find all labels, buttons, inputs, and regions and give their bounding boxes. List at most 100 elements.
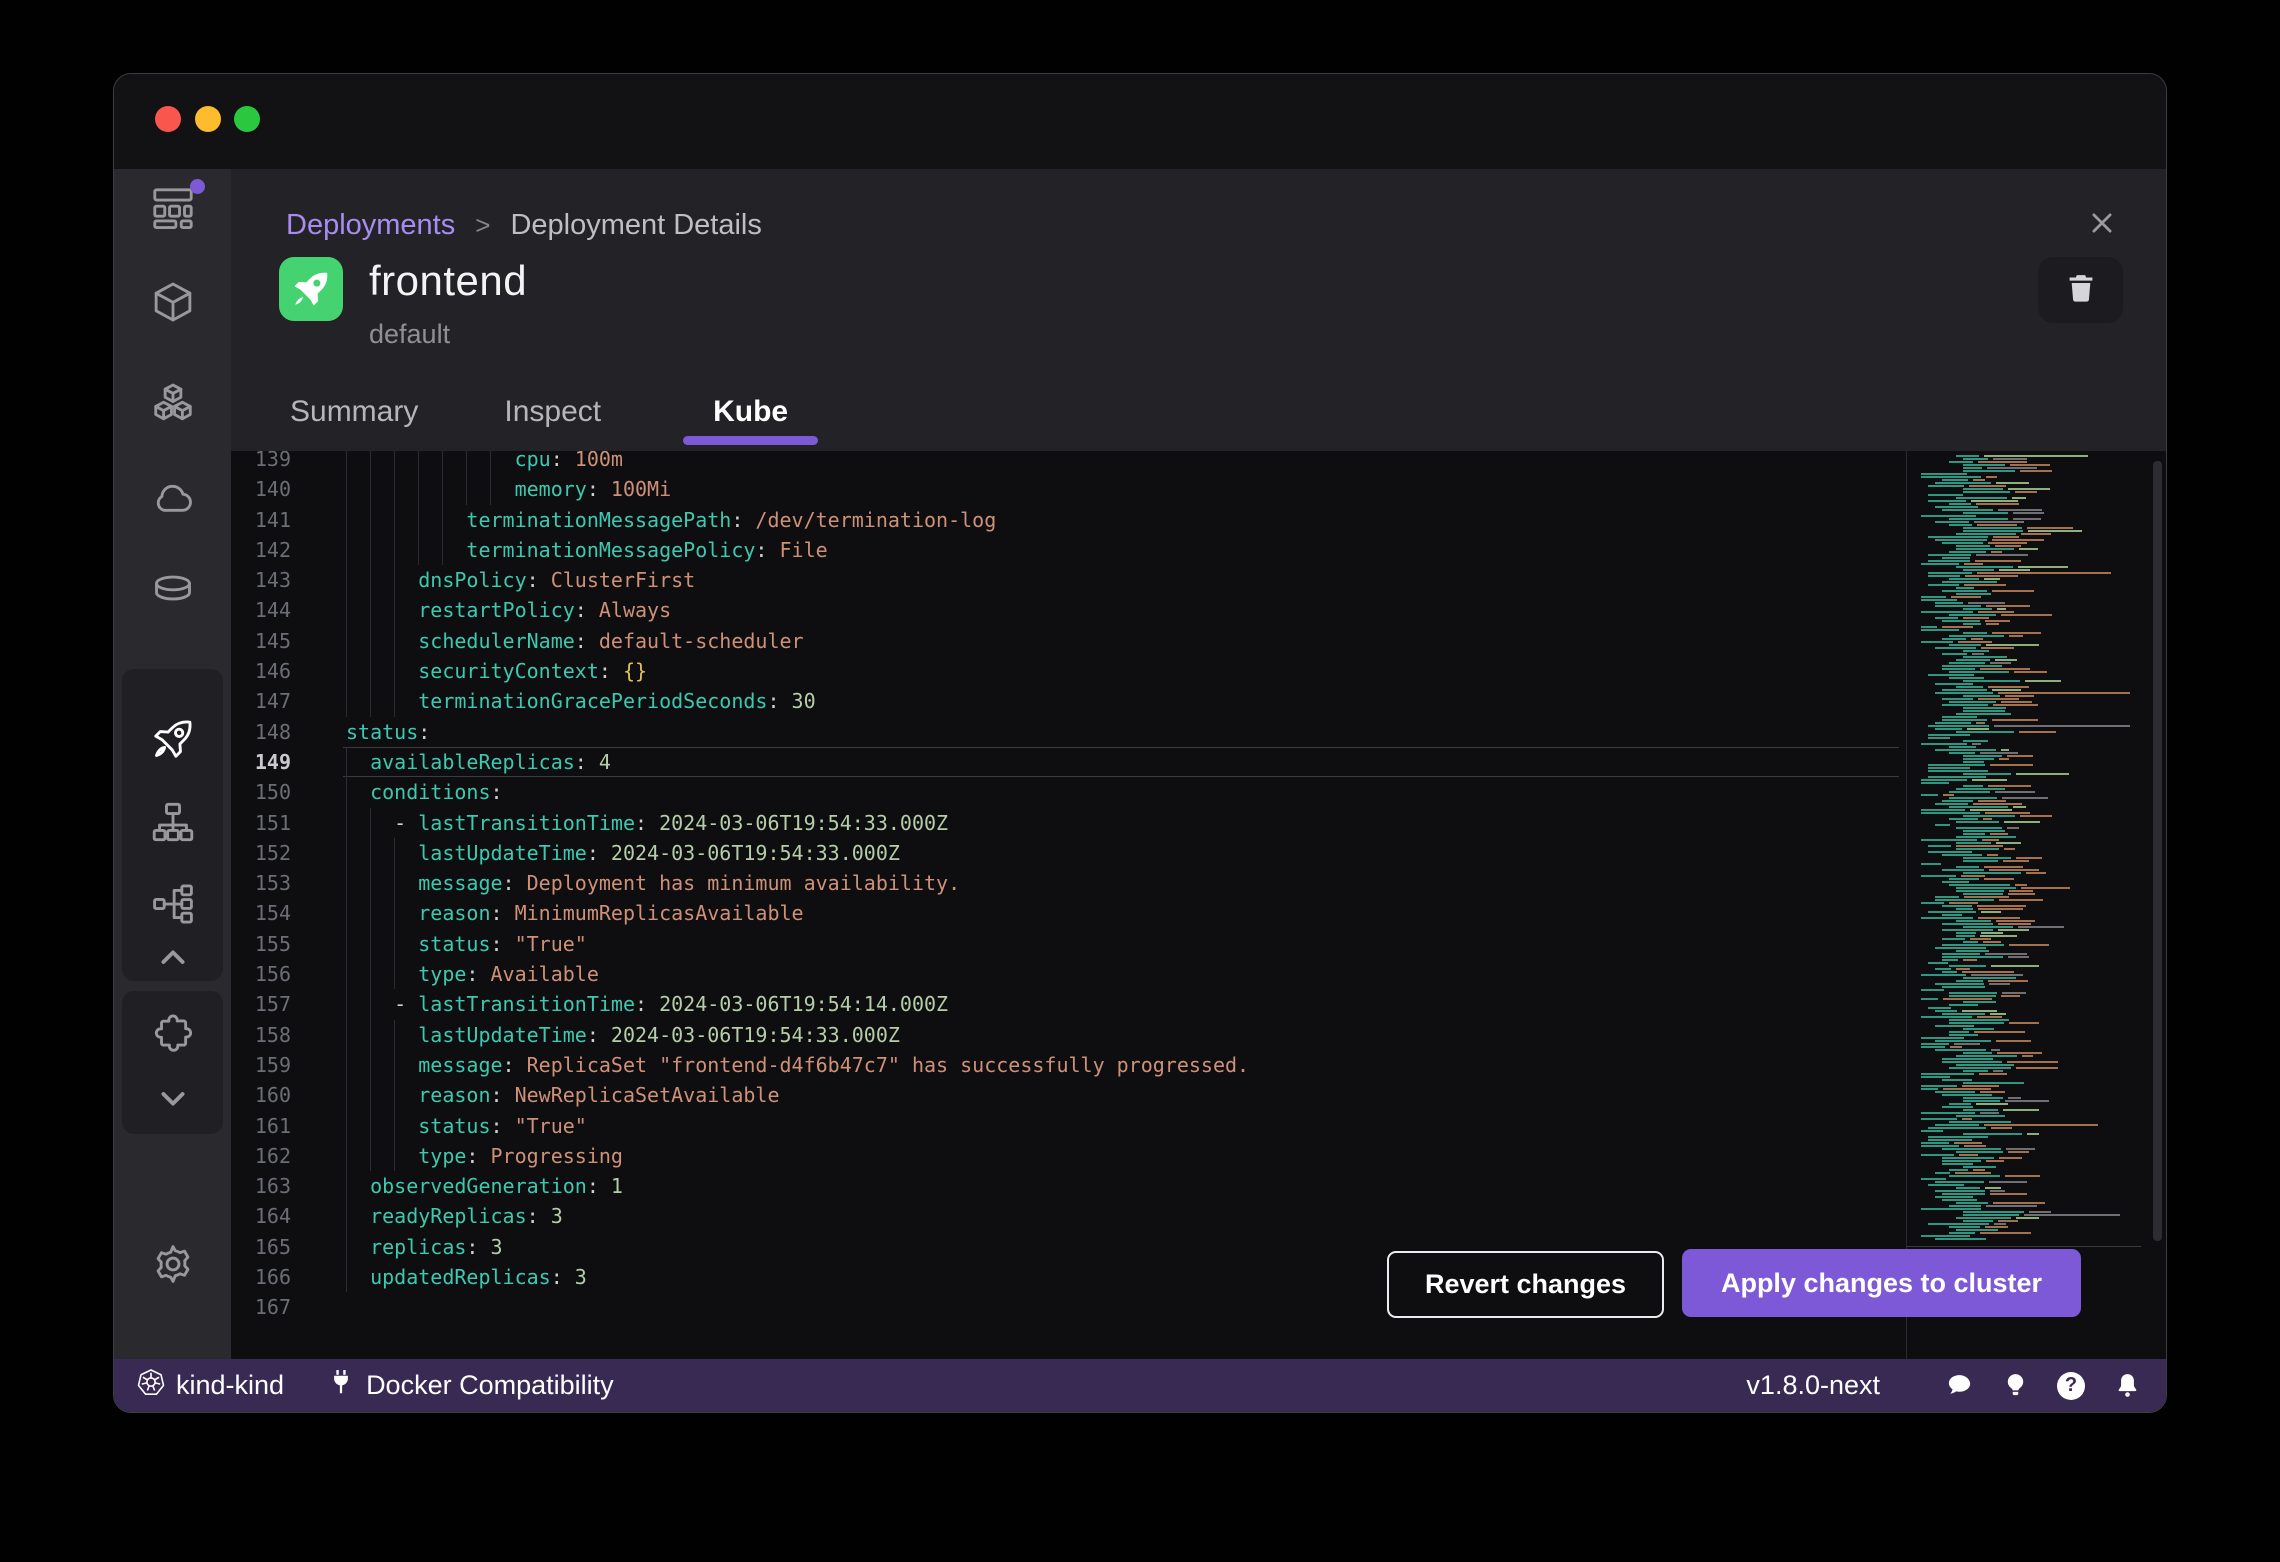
delete-deployment-button[interactable]	[2038, 257, 2123, 323]
line-number: 163	[254, 1174, 291, 1199]
revert-changes-button[interactable]: Revert changes	[1387, 1251, 1664, 1318]
question-mark: ?	[2057, 1371, 2085, 1400]
code-line-156[interactable]: 156 type: Available	[231, 959, 2166, 990]
line-number: 167	[254, 1295, 291, 1320]
dashboard-icon	[150, 184, 196, 235]
code-line-159[interactable]: 159 message: ReplicaSet "frontend-d4f6b4…	[231, 1049, 2166, 1081]
code-text: reason: MinimumReplicasAvailable	[418, 901, 804, 926]
code-text: memory: 100Mi	[514, 477, 672, 502]
code-text: updatedReplicas: 3	[370, 1265, 587, 1290]
code-text: terminationMessagePolicy: File	[466, 537, 828, 562]
sidebar-item-pods[interactable]	[149, 381, 197, 429]
version-label: v1.8.0-next	[1746, 1370, 1880, 1400]
code-line-151[interactable]: 151 - lastTransitionTime: 2024-03-06T19:…	[231, 807, 2166, 838]
code-line-143[interactable]: 143 dnsPolicy: ClusterFirst	[231, 565, 2166, 596]
lightbulb-icon[interactable]	[1998, 1369, 2032, 1403]
code-line-150[interactable]: 150 conditions:	[231, 777, 2166, 808]
line-number: 145	[254, 628, 291, 653]
code-text: type: Available	[418, 962, 599, 987]
line-number: 158	[254, 1022, 291, 1047]
sidebar-item-networks[interactable]	[149, 882, 197, 930]
yaml-editor[interactable]: 139 cpu: 100m 140 memory: 100Mi 141 termin…	[231, 451, 2166, 1361]
code-text: reason: NewReplicaSetAvailable	[418, 1083, 780, 1108]
line-number: 161	[254, 1113, 291, 1138]
code-rows: 139 cpu: 100m 140 memory: 100Mi 141 termin…	[231, 451, 2166, 1323]
sidebar-item-chevron-up[interactable]	[149, 935, 197, 983]
line-number: 147	[254, 689, 291, 714]
help-icon[interactable]: ?	[2054, 1369, 2088, 1403]
apply-changes-button[interactable]: Apply changes to cluster	[1682, 1249, 2081, 1317]
close-traffic-light[interactable]	[155, 106, 181, 132]
line-number: 141	[254, 507, 291, 532]
code-line-146[interactable]: 146 securityContext: {}	[231, 656, 2166, 687]
breadcrumb-current: Deployment Details	[510, 209, 762, 241]
docker-compat-item[interactable]: Docker Compatibility	[326, 1367, 614, 1404]
code-line-142[interactable]: 142 terminationMessagePolicy: File	[231, 534, 2166, 566]
editor-scrollbar[interactable]	[2153, 461, 2162, 1241]
line-number: 154	[254, 901, 291, 926]
line-number: 140	[254, 477, 291, 502]
tab-kube[interactable]: Kube	[683, 395, 819, 451]
code-line-160[interactable]: 160 reason: NewReplicaSetAvailable	[231, 1080, 2166, 1111]
code-line-161[interactable]: 161 status: "True"	[231, 1110, 2166, 1141]
extensions-puzzle-icon	[150, 1011, 196, 1062]
sidebar-item-dashboard[interactable]	[149, 179, 205, 235]
code-line-141[interactable]: 141 terminationMessagePath: /dev/termina…	[231, 504, 2166, 535]
code-line-157[interactable]: 157 - lastTransitionTime: 2024-03-06T19:…	[231, 989, 2166, 1020]
sidebar-item-images-cloud[interactable]	[149, 477, 197, 525]
code-line-148[interactable]: 148 status:	[231, 717, 2166, 747]
code-text: - lastTransitionTime: 2024-03-06T19:54:1…	[394, 992, 949, 1017]
line-number: 157	[254, 992, 291, 1017]
line-number: 142	[254, 537, 291, 562]
line-number: 150	[254, 780, 291, 805]
code-line-147[interactable]: 147 terminationGracePeriodSeconds: 30	[231, 686, 2166, 717]
titlebar	[114, 74, 2166, 169]
close-details-button[interactable]	[2084, 207, 2120, 243]
line-number: 153	[254, 871, 291, 896]
code-line-139[interactable]: 139 cpu: 100m	[231, 451, 2166, 475]
editor-minimap[interactable]	[1906, 451, 2141, 1361]
code-line-144[interactable]: 144 restartPolicy: Always	[231, 595, 2166, 626]
code-line-140[interactable]: 140 memory: 100Mi	[231, 474, 2166, 505]
feedback-bubble-icon[interactable]	[1942, 1369, 1976, 1403]
code-line-145[interactable]: 145 schedulerName: default-scheduler	[231, 625, 2166, 657]
notifications-bell-icon[interactable]	[2110, 1369, 2144, 1403]
code-text: lastUpdateTime: 2024-03-06T19:54:33.000Z	[418, 840, 900, 865]
trash-icon	[2063, 270, 2099, 311]
sidebar-item-containers[interactable]	[149, 280, 197, 328]
minimize-traffic-light[interactable]	[195, 106, 221, 132]
code-line-155[interactable]: 155 status: "True"	[231, 928, 2166, 960]
line-number: 151	[254, 810, 291, 835]
plug-icon	[326, 1367, 356, 1404]
tab-summary[interactable]: Summary	[286, 395, 422, 451]
breadcrumb-deployments-link[interactable]: Deployments	[286, 209, 455, 242]
line-number: 148	[254, 719, 291, 744]
breadcrumb-separator: >	[475, 210, 491, 240]
line-number: 156	[254, 962, 291, 987]
sidebar-item-volumes[interactable]	[149, 567, 197, 615]
code-line-162[interactable]: 162 type: Progressing	[231, 1140, 2166, 1172]
sidebar-item-kubernetes-rocket[interactable]	[149, 717, 197, 765]
kube-context-item[interactable]: kind-kind	[136, 1367, 284, 1404]
images-cloud-icon	[150, 476, 196, 527]
code-line-152[interactable]: 152 lastUpdateTime: 2024-03-06T19:54:33.…	[231, 837, 2166, 869]
code-text: observedGeneration: 1	[370, 1174, 623, 1199]
code-line-164[interactable]: 164 readyReplicas: 3	[231, 1201, 2166, 1232]
tab-inspect[interactable]: Inspect	[500, 395, 605, 451]
chevron-up-icon	[150, 934, 196, 985]
code-line-163[interactable]: 163 observedGeneration: 1	[231, 1171, 2166, 1202]
code-line-153[interactable]: 153 message: Deployment has minimum avai…	[231, 868, 2166, 899]
sidebar-item-services[interactable]	[149, 800, 197, 848]
code-line-158[interactable]: 158 lastUpdateTime: 2024-03-06T19:54:33.…	[231, 1019, 2166, 1050]
code-line-154[interactable]: 154 reason: MinimumReplicasAvailable	[231, 898, 2166, 929]
breadcrumb: Deployments > Deployment Details	[286, 209, 762, 242]
sidebar-item-chevron-down[interactable]	[149, 1077, 197, 1125]
sidebar-item-settings-gear[interactable]	[149, 1242, 197, 1290]
code-line-149[interactable]: 149 availableReplicas: 4	[231, 746, 2166, 778]
code-text: conditions:	[370, 780, 503, 805]
deployment-rocket-icon	[279, 257, 343, 321]
sidebar-item-extensions-puzzle[interactable]	[149, 1012, 197, 1060]
line-number: 139	[254, 451, 291, 471]
details-header: Deployments > Deployment Details fronten…	[231, 169, 2166, 451]
maximize-traffic-light[interactable]	[234, 106, 260, 132]
